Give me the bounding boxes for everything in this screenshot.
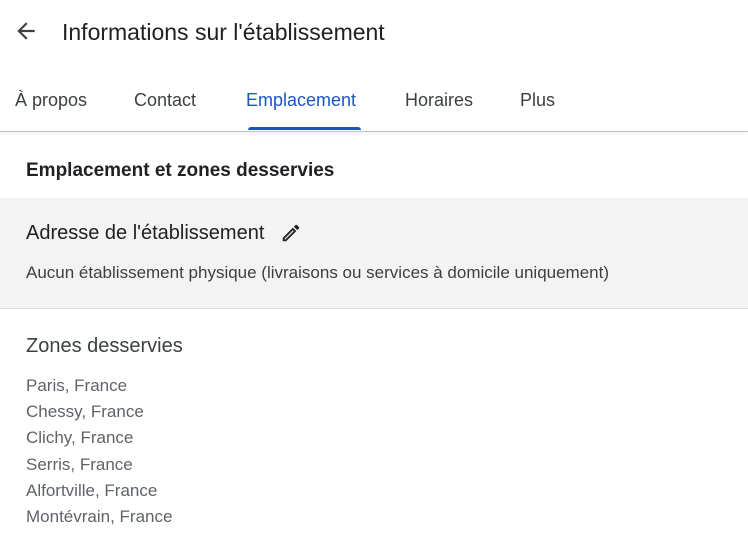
service-area-item: Clichy, France <box>26 428 134 448</box>
tab-horaires[interactable]: Horaires <box>405 88 473 112</box>
service-area-item: Serris, France <box>26 454 133 474</box>
active-tab-indicator <box>248 127 361 130</box>
tab-plus[interactable]: Plus <box>520 88 555 112</box>
tab-emplacement[interactable]: Emplacement <box>246 88 356 112</box>
tab-contact[interactable]: Contact <box>134 88 196 112</box>
page-title: Informations sur l'établissement <box>62 19 385 45</box>
service-area-item: Alfortville, France <box>26 480 158 500</box>
back-button[interactable] <box>10 17 42 49</box>
address-card[interactable]: Adresse de l'établissement Aucun établis… <box>0 198 748 308</box>
header: Informations sur l'établissement <box>0 0 748 64</box>
tab-a-propos[interactable]: À propos <box>15 88 87 112</box>
service-area-item: Chessy, France <box>26 402 144 422</box>
business-info-page: Informations sur l'établissement À propo… <box>0 0 748 534</box>
service-areas-title: Zones desservies <box>26 335 183 357</box>
service-area-item: Montévrain, France <box>26 507 173 527</box>
address-label-row: Adresse de l'établissement <box>26 220 302 246</box>
divider <box>0 308 748 309</box>
address-value: Aucun établissement physique (livraisons… <box>26 263 610 282</box>
section-title: Emplacement et zones desservies <box>26 160 335 181</box>
tabs-divider <box>0 131 748 132</box>
address-label: Adresse de l'établissement <box>26 222 265 244</box>
tab-bar: À propos Contact Emplacement Horaires Pl… <box>0 78 748 132</box>
service-area-item: Paris, France <box>26 376 128 395</box>
service-areas-list: Paris, France Chessy, France Clichy, Fra… <box>26 373 172 530</box>
pencil-icon[interactable] <box>280 222 302 244</box>
arrow-left-icon <box>13 18 39 49</box>
